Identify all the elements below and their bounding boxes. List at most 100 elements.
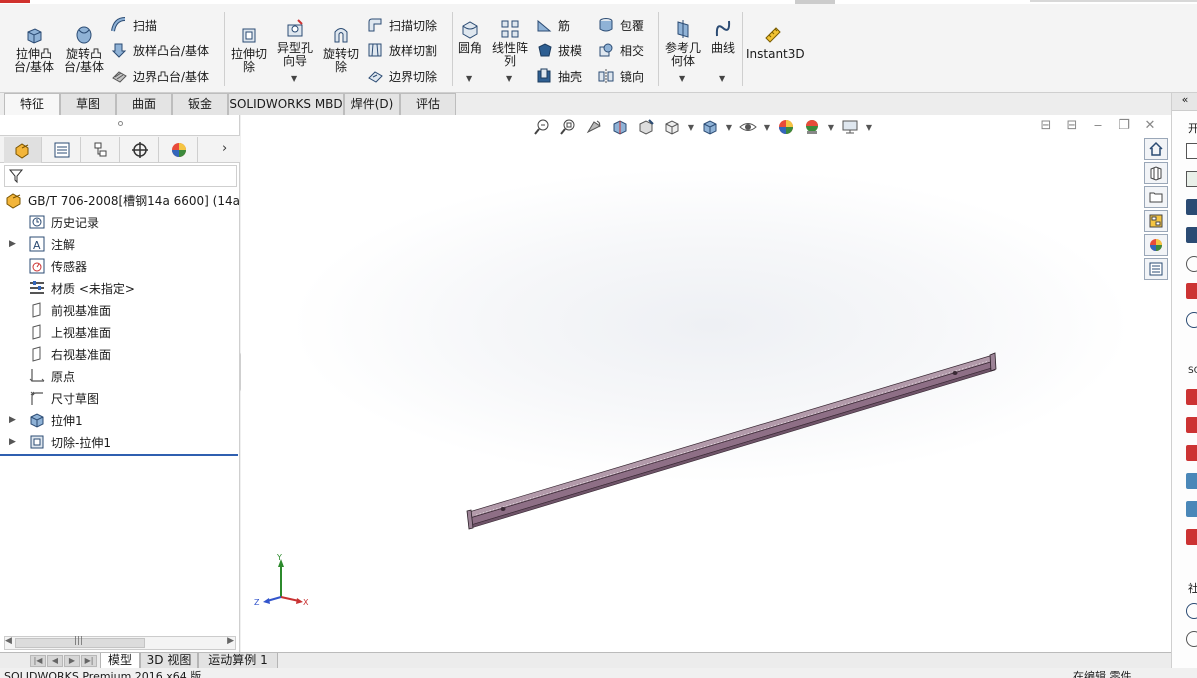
tree-item-dimension-sketch[interactable]: 尺寸草图 xyxy=(0,387,240,409)
title-bar-control[interactable] xyxy=(795,0,835,4)
design-library-tab[interactable] xyxy=(1144,162,1168,184)
file-explorer-tab[interactable] xyxy=(1144,186,1168,208)
hole-wizard-dropdown-icon[interactable]: ▼ xyxy=(291,74,297,83)
instant3d-button[interactable]: Instant3D xyxy=(746,24,805,61)
fillet-dropdown-icon[interactable]: ▼ xyxy=(466,74,472,83)
next-tab-icon[interactable]: ▶ xyxy=(64,655,80,667)
tree-item-origin[interactable]: 原点 xyxy=(0,365,240,387)
open-document-icon[interactable] xyxy=(1186,171,1197,187)
tab-model[interactable]: 模型 xyxy=(100,653,140,669)
beam-hole-near[interactable] xyxy=(500,507,506,511)
intersect-button[interactable]: 相交 xyxy=(597,39,644,61)
hole-wizard-button[interactable]: 异型孔 向导 xyxy=(274,18,316,68)
first-tab-icon[interactable]: |◀ xyxy=(30,655,46,667)
solidworks-resources-tab[interactable] xyxy=(1144,138,1168,160)
panel-resize-handle[interactable] xyxy=(118,121,123,126)
info-icon[interactable] xyxy=(1186,312,1197,328)
curves-button[interactable]: 曲线 xyxy=(706,18,740,55)
solidworks-tool-3-icon[interactable] xyxy=(1186,445,1197,461)
curves-dropdown-icon[interactable]: ▼ xyxy=(719,74,725,83)
tree-item-front-plane[interactable]: 前视基准面 xyxy=(0,299,240,321)
resource-icon[interactable] xyxy=(1186,283,1197,299)
reference-geometry-button[interactable]: 参考几 何体 xyxy=(662,18,704,68)
tab-sheet-metal[interactable]: 钣金 xyxy=(172,93,228,115)
channel-steel-model[interactable] xyxy=(241,115,1171,652)
property-manager-tab[interactable] xyxy=(43,137,81,163)
tree-item-top-plane[interactable]: 上视基准面 xyxy=(0,321,240,343)
scroll-right-arrow-icon[interactable]: ▶ xyxy=(227,636,234,646)
tree-item-sensors[interactable]: 传感器 xyxy=(0,255,240,277)
tree-item-extrude1[interactable]: ▶ 拉伸1 xyxy=(0,409,240,431)
task-pane-collapse-icon[interactable]: « xyxy=(1172,93,1197,111)
swept-cut-button[interactable]: 扫描切除 xyxy=(366,14,437,36)
display-manager-tab[interactable] xyxy=(160,137,198,163)
scrollbar-thumb[interactable]: ||| xyxy=(15,636,145,648)
tree-item-cut-extrude1[interactable]: ▶ 切除-拉伸1 xyxy=(0,431,240,453)
user-icon[interactable] xyxy=(1186,631,1197,647)
graphics-area[interactable]: ▼ ▼ ▼ ▼ ▼ ⊟ ⊟ ‒ ❐ ✕ Y X Z xyxy=(241,115,1171,652)
view-palette-tab[interactable] xyxy=(1144,210,1168,232)
tab-motion-study-1[interactable]: 运动算例 1 xyxy=(198,653,278,669)
reference-geometry-dropdown-icon[interactable]: ▼ xyxy=(679,74,685,83)
solidworks-tool-2-icon[interactable] xyxy=(1186,417,1197,433)
beam-web[interactable] xyxy=(469,360,996,526)
solidworks-tool-5-icon[interactable] xyxy=(1186,501,1197,517)
mirror-button[interactable]: 镜向 xyxy=(597,65,644,87)
solidworks-tool-6-icon[interactable] xyxy=(1186,529,1197,545)
boundary-cut-button[interactable]: 边界切除 xyxy=(366,65,437,87)
revolve-cut-button[interactable]: 旋转切 除 xyxy=(320,24,362,74)
tree-root-part[interactable]: GB/T 706-2008[槽钢14a 6600] (14a xyxy=(0,189,240,211)
expand-arrow-icon[interactable]: ▶ xyxy=(9,437,16,447)
beam-hole-far[interactable] xyxy=(952,371,958,375)
tab-weldments[interactable]: 焊件(D) xyxy=(344,93,400,115)
lofted-cut-button[interactable]: 放样切割 xyxy=(366,39,437,61)
wrap-button[interactable]: 包覆 xyxy=(597,14,644,36)
tree-item-material[interactable]: 材质 <未指定> xyxy=(0,277,240,299)
revolve-boss-button[interactable]: 旋转凸 台/基体 xyxy=(60,24,108,74)
tab-3d-views[interactable]: 3D 视图 xyxy=(140,653,198,669)
solidworks-tool-icon[interactable] xyxy=(1186,389,1197,405)
tree-filter-input[interactable] xyxy=(4,165,237,187)
help-icon[interactable] xyxy=(1186,256,1197,272)
sweep-button[interactable]: 扫描 xyxy=(110,14,157,36)
draft-button[interactable]: 拔模 xyxy=(535,39,582,61)
configuration-manager-tab[interactable] xyxy=(82,137,120,163)
tutorial-2-icon[interactable] xyxy=(1186,227,1197,243)
feature-manager-tab[interactable] xyxy=(4,137,42,163)
new-document-icon[interactable] xyxy=(1186,143,1197,159)
tab-features[interactable]: 特征 xyxy=(4,93,60,115)
tree-item-history[interactable]: 历史记录 xyxy=(0,211,240,233)
more-tabs-chevron-icon[interactable]: › xyxy=(222,141,227,156)
solidworks-tool-4-icon[interactable] xyxy=(1186,473,1197,489)
appearances-scenes-tab[interactable] xyxy=(1144,234,1168,256)
custom-properties-tab[interactable] xyxy=(1144,258,1168,280)
tab-surfaces[interactable]: 曲面 xyxy=(116,93,172,115)
fillet-button[interactable]: 圆角 xyxy=(455,18,485,55)
expand-arrow-icon[interactable]: ▶ xyxy=(9,239,16,249)
linear-pattern-button[interactable]: 线性阵 列 xyxy=(489,18,531,68)
tree-horizontal-scrollbar[interactable]: ◀ ||| ▶ xyxy=(4,636,236,650)
linear-pattern-dropdown-icon[interactable]: ▼ xyxy=(506,74,512,83)
beam-bottom-flange[interactable] xyxy=(470,366,996,529)
tree-item-annotations[interactable]: ▶ A 注解 xyxy=(0,233,240,255)
scroll-left-arrow-icon[interactable]: ◀ xyxy=(5,636,12,646)
beam-end-face-far[interactable] xyxy=(989,352,997,372)
search-box-edge[interactable] xyxy=(1030,0,1197,2)
extrude-boss-button[interactable]: 拉伸凸 台/基体 xyxy=(10,24,58,74)
extrude-cut-button[interactable]: 拉伸切 除 xyxy=(228,24,270,74)
expand-arrow-icon[interactable]: ▶ xyxy=(9,415,16,425)
rib-button[interactable]: 筋 xyxy=(535,14,570,36)
loft-boss-button[interactable]: 放样凸台/基体 xyxy=(110,39,209,61)
tab-mbd[interactable]: SOLIDWORKS MBD xyxy=(228,93,344,115)
last-tab-icon[interactable]: ▶| xyxy=(81,655,97,667)
dimxpert-manager-tab[interactable] xyxy=(121,137,159,163)
previous-tab-icon[interactable]: ◀ xyxy=(47,655,63,667)
tutorial-icon[interactable] xyxy=(1186,199,1197,215)
tree-item-right-plane[interactable]: 右视基准面 xyxy=(0,343,240,365)
tab-sketch[interactable]: 草图 xyxy=(60,93,116,115)
rollback-bar[interactable] xyxy=(0,454,238,456)
shell-button[interactable]: 抽壳 xyxy=(535,65,582,87)
tab-evaluate[interactable]: 评估 xyxy=(400,93,456,115)
community-icon[interactable] xyxy=(1186,603,1197,619)
boundary-boss-button[interactable]: 边界凸台/基体 xyxy=(110,65,209,87)
